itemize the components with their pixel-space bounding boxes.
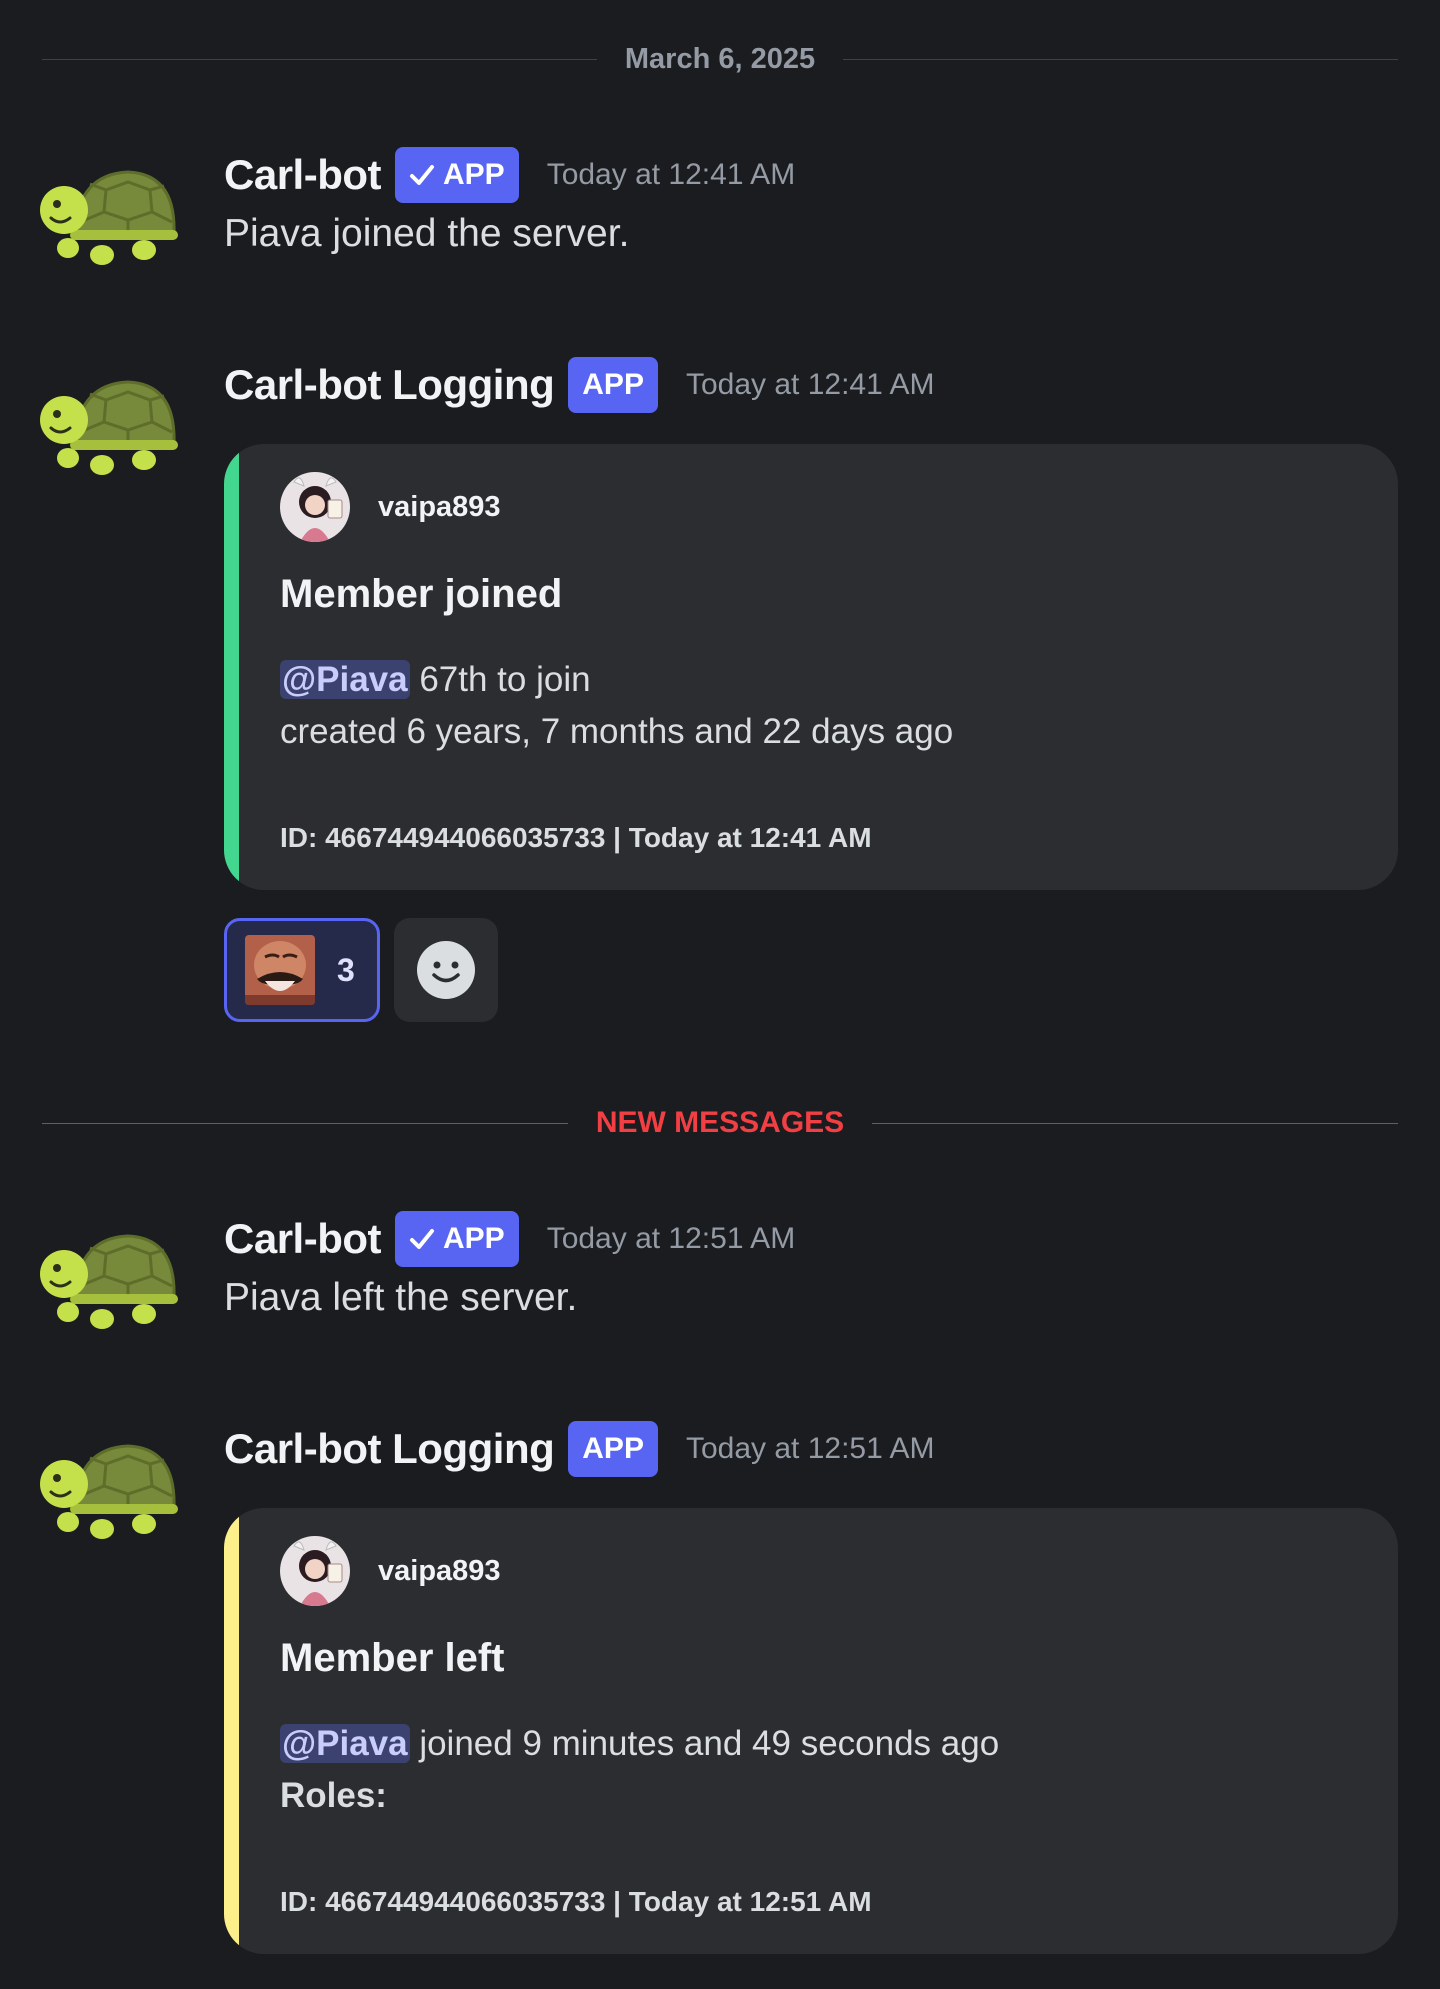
message-header: Carl-bot APP Today at 12:41 AM bbox=[224, 144, 795, 206]
embed-description-text: created 6 years, 7 months and 22 days ag… bbox=[280, 712, 954, 751]
app-badge: APP bbox=[395, 1211, 519, 1267]
timestamp[interactable]: Today at 12:41 AM bbox=[686, 368, 935, 402]
embed-card: vaipa893 Member joined @Piava 67th to jo… bbox=[224, 444, 1398, 890]
reaction-button[interactable]: 3 bbox=[224, 918, 380, 1022]
app-badge: APP bbox=[395, 147, 519, 203]
turtle-icon bbox=[40, 380, 178, 475]
message-header: Carl-bot Logging APP Today at 12:51 AM bbox=[224, 1418, 934, 1480]
username[interactable]: Carl-bot bbox=[224, 151, 382, 199]
username[interactable]: Carl-bot bbox=[224, 1215, 382, 1263]
embed-footer: ID: 466744944066035733 | Today at 12:51 … bbox=[280, 1886, 872, 1917]
user-mention[interactable]: @Piava bbox=[280, 660, 410, 699]
embed-author: vaipa893 bbox=[280, 472, 501, 542]
avatar[interactable] bbox=[40, 1224, 180, 1334]
divider-line bbox=[872, 1122, 1398, 1124]
embed-author-name[interactable]: vaipa893 bbox=[378, 1555, 501, 1588]
message-text: Piava left the server. bbox=[224, 1276, 578, 1319]
message-text: Piava joined the server. bbox=[224, 212, 630, 255]
timestamp[interactable]: Today at 12:51 AM bbox=[547, 1222, 796, 1256]
turtle-icon bbox=[40, 1234, 178, 1329]
embed-author-avatar bbox=[280, 472, 350, 542]
app-badge-label: APP bbox=[582, 1432, 644, 1465]
embed-description: @Piava joined 9 minutes and 49 seconds a… bbox=[280, 1718, 999, 1822]
date-divider: March 6, 2025 bbox=[42, 42, 1399, 75]
new-messages-label: NEW MESSAGES bbox=[595, 1106, 845, 1139]
divider-line bbox=[843, 58, 1399, 60]
app-badge: APP bbox=[568, 1421, 658, 1477]
app-badge-label: APP bbox=[582, 368, 644, 401]
avatar[interactable] bbox=[40, 160, 180, 270]
embed-author-name[interactable]: vaipa893 bbox=[378, 491, 501, 524]
roles-label: Roles: bbox=[280, 1776, 387, 1815]
divider-line bbox=[42, 58, 597, 60]
user-mention[interactable]: @Piava bbox=[280, 1724, 410, 1763]
new-messages-divider: NEW MESSAGES bbox=[42, 1106, 1398, 1139]
avatar[interactable] bbox=[40, 1434, 180, 1544]
message-header: Carl-bot Logging APP Today at 12:41 AM bbox=[224, 354, 934, 416]
app-badge: APP bbox=[568, 357, 658, 413]
message-header: Carl-bot APP Today at 12:51 AM bbox=[224, 1208, 795, 1270]
embed-author-avatar bbox=[280, 1536, 350, 1606]
embed-color-bar bbox=[224, 444, 239, 890]
divider-line bbox=[42, 1122, 568, 1124]
embed-title: Member left bbox=[280, 1636, 505, 1680]
username[interactable]: Carl-bot Logging bbox=[224, 1425, 555, 1473]
embed-footer: ID: 466744944066035733 | Today at 12:41 … bbox=[280, 822, 872, 853]
checkmark-icon bbox=[409, 163, 435, 187]
timestamp[interactable]: Today at 12:51 AM bbox=[686, 1432, 935, 1466]
turtle-icon bbox=[40, 1444, 178, 1539]
checkmark-icon bbox=[409, 1227, 435, 1251]
smiley-icon bbox=[417, 941, 475, 999]
embed-description: @Piava 67th to join created 6 years, 7 m… bbox=[280, 654, 953, 758]
timestamp[interactable]: Today at 12:41 AM bbox=[547, 158, 796, 192]
chat-window: March 6, 2025 Carl-bot APP Today at 12:4… bbox=[0, 0, 1440, 1989]
date-label: March 6, 2025 bbox=[624, 42, 816, 75]
embed-author: vaipa893 bbox=[280, 1536, 501, 1606]
turtle-icon bbox=[40, 170, 178, 265]
embed-description-text: 67th to join bbox=[409, 660, 591, 699]
laughing-face-emoji bbox=[245, 935, 315, 1005]
app-badge-label: APP bbox=[443, 158, 505, 191]
embed-card: vaipa893 Member left @Piava joined 9 min… bbox=[224, 1508, 1398, 1954]
add-reaction-button[interactable] bbox=[394, 918, 498, 1022]
username[interactable]: Carl-bot Logging bbox=[224, 361, 555, 409]
embed-title: Member joined bbox=[280, 572, 563, 616]
embed-color-bar bbox=[224, 1508, 239, 1954]
avatar[interactable] bbox=[40, 370, 180, 480]
app-badge-label: APP bbox=[443, 1222, 505, 1255]
embed-description-text: joined 9 minutes and 49 seconds ago bbox=[409, 1724, 1000, 1763]
reaction-count: 3 bbox=[337, 951, 355, 988]
